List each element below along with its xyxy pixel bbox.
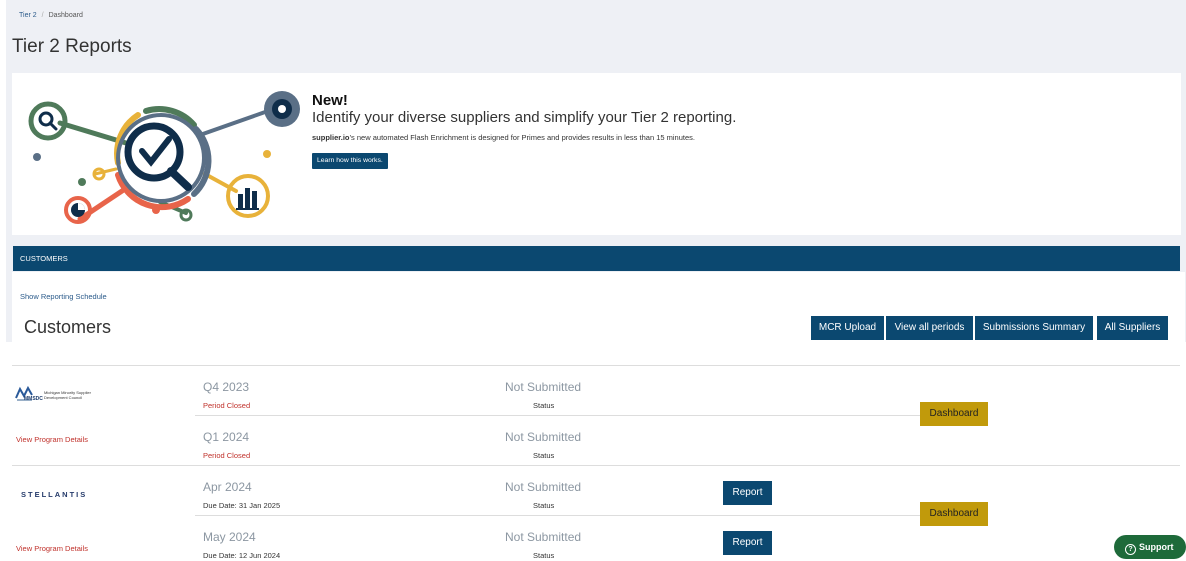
view-program-details-link[interactable]: View Program Details: [16, 435, 88, 444]
customers-heading: Customers: [24, 317, 112, 337]
period-due-date: Due Date: 31 Jan 2025: [203, 501, 281, 510]
view-all-periods-button[interactable]: View all periods: [886, 316, 973, 340]
period-name: Q4 2023: [203, 380, 250, 394]
promo-banner: New! Identify your diverse suppliers and…: [12, 73, 1181, 235]
banner-headline: Identify your diverse suppliers and simp…: [312, 109, 737, 126]
support-button[interactable]: ? Support: [1114, 535, 1186, 559]
submission-status: Not Submitted: [505, 380, 582, 394]
show-reporting-schedule-link[interactable]: Show Reporting Schedule: [20, 292, 107, 301]
banner-new-label: New!: [312, 92, 348, 109]
period-name: May 2024: [203, 530, 256, 544]
mmsdc-logo: MMSDC Michigan Minority Supplier Develop…: [14, 385, 104, 405]
period-due-date: Due Date: 12 Jun 2024: [203, 551, 281, 560]
status-label: Status: [533, 551, 555, 560]
help-icon: ?: [1125, 544, 1136, 555]
banner-description: supplier.io’s new automated Flash Enrich…: [312, 133, 695, 142]
row-divider: [12, 365, 1180, 366]
learn-how-button[interactable]: Learn how this works.: [312, 153, 388, 169]
banner-brand: supplier.io: [312, 133, 350, 142]
breadcrumb: Tier 2 / Dashboard: [19, 12, 83, 19]
banner-description-text: ’s new automated Flash Enrichment is des…: [349, 133, 695, 142]
submission-status: Not Submitted: [505, 480, 582, 494]
customers-section-header: CUSTOMERS: [13, 246, 1180, 271]
support-label: Support: [1139, 542, 1174, 552]
dashboard-button[interactable]: Dashboard: [920, 402, 988, 426]
period-name: Q1 2024: [203, 430, 250, 444]
breadcrumb-separator: /: [41, 12, 44, 19]
network-illustration: [28, 91, 300, 224]
mmsdc-logo-text: MMSDC: [24, 396, 43, 402]
breadcrumb-tier2[interactable]: Tier 2: [19, 12, 37, 19]
mcr-upload-button[interactable]: MCR Upload: [811, 316, 884, 340]
period-divider: [195, 515, 920, 516]
period-name: Apr 2024: [203, 480, 252, 494]
page-title: Tier 2 Reports: [12, 36, 132, 57]
all-suppliers-button[interactable]: All Suppliers: [1097, 316, 1168, 340]
status-label: Status: [533, 451, 555, 460]
status-label: Status: [533, 501, 555, 510]
report-button[interactable]: Report: [723, 531, 772, 555]
view-program-details-link[interactable]: View Program Details: [16, 544, 88, 553]
status-label: Status: [533, 401, 555, 410]
breadcrumb-dashboard: Dashboard: [48, 12, 83, 19]
submission-status: Not Submitted: [505, 430, 582, 444]
submission-status: Not Submitted: [505, 530, 582, 544]
report-button[interactable]: Report: [723, 481, 772, 505]
period-status-closed: Period Closed: [203, 451, 251, 460]
dashboard-button[interactable]: Dashboard: [920, 502, 988, 526]
row-divider: [12, 465, 1180, 466]
mmsdc-logo-name-line2: Development Council: [44, 395, 83, 400]
page: Tier 2 / Dashboard Tier 2 Reports New! Ide…: [0, 0, 1186, 561]
stellantis-logo: STELLANTIS: [21, 490, 88, 499]
period-divider: [195, 415, 920, 416]
period-status-closed: Period Closed: [203, 401, 251, 410]
submissions-summary-button[interactable]: Submissions Summary: [975, 316, 1093, 340]
